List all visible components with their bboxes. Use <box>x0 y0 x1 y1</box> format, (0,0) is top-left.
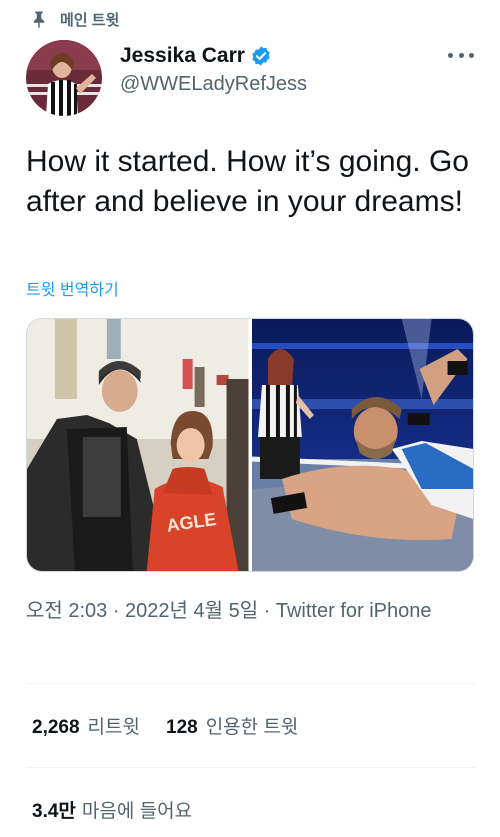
more-options-icon[interactable] <box>448 50 474 60</box>
likes-label: 마음에 들어요 <box>81 801 193 822</box>
verified-badge-icon <box>252 46 270 66</box>
tweet-author: Jessika Carr @WWELadyRefJess <box>26 40 476 116</box>
avatar[interactable] <box>26 40 102 116</box>
retweets-label: 리트윗 <box>87 717 140 738</box>
divider <box>26 683 476 684</box>
likes-stat[interactable]: 3.4만 마음에 들어요 <box>32 796 192 823</box>
retweets-count: 2,268 <box>32 717 80 738</box>
pinned-tweet-indicator: 메인 트윗 <box>30 8 119 30</box>
quote-tweets-stat[interactable]: 128 인용한 트윗 <box>166 712 298 739</box>
engagement-stats: 2,268 리트윗 128 인용한 트윗 <box>32 712 298 739</box>
quotes-count: 128 <box>166 717 198 738</box>
tweet-media: AGLE <box>26 318 474 572</box>
pin-icon <box>33 11 45 28</box>
retweets-stat[interactable]: 2,268 리트윗 <box>32 712 140 739</box>
translate-tweet-link[interactable]: 트윗 번역하기 <box>26 276 119 300</box>
photo-right[interactable] <box>251 319 473 571</box>
tweet-timestamp: 오전 2:03 · 2022년 4월 5일 · Twitter for iPho… <box>26 600 432 622</box>
photo-left[interactable]: AGLE <box>27 319 249 571</box>
likes-count: 3.4만 <box>32 801 76 822</box>
quotes-label: 인용한 트윗 <box>205 717 299 738</box>
pinned-label: 메인 트윗 <box>60 11 120 29</box>
author-display-name[interactable]: Jessika Carr <box>120 44 245 68</box>
tweet-text: How it started. How it’s going. Go after… <box>26 145 469 218</box>
divider <box>26 767 476 768</box>
author-handle[interactable]: @WWELadyRefJess <box>120 73 307 96</box>
